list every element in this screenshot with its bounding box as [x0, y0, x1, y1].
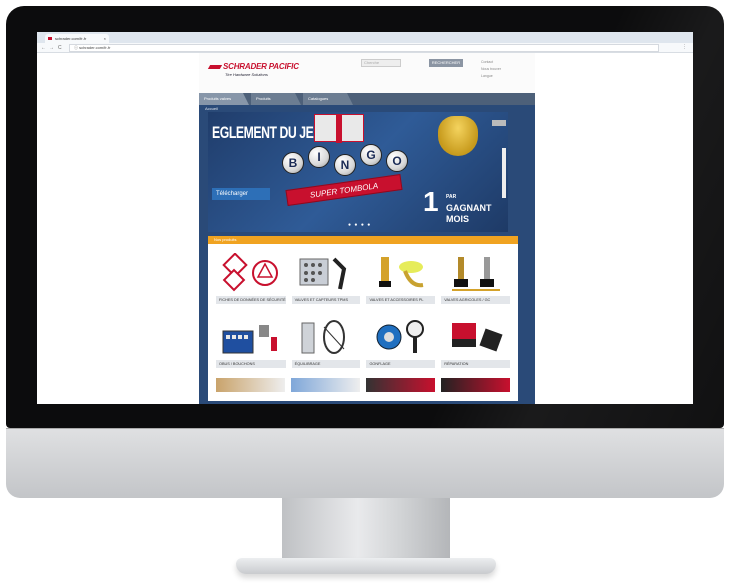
product-caption: VALVES ET ACCESSOIRES PL — [366, 296, 436, 304]
address-row: ← → C ⓘ schrader.com/fr-fr ⋮ — [37, 43, 693, 53]
header-link-language[interactable]: Langue — [481, 73, 501, 80]
slider-dots[interactable]: ● ● ● ● — [348, 222, 371, 228]
winner-number: 1 — [423, 186, 439, 217]
product-caption: GONFLAGE — [366, 360, 436, 368]
back-icon[interactable]: ← — [41, 44, 46, 52]
banner-scrollbar[interactable] — [502, 148, 506, 198]
hazard-icon — [216, 250, 286, 296]
section-title: Nos produits — [208, 236, 518, 244]
header-link-contact[interactable]: Contact — [481, 59, 501, 66]
monitor-stand-neck — [282, 498, 450, 560]
header-link-find[interactable]: Nous trouver — [481, 66, 501, 73]
product-caption: OBUS / BOUCHONS — [216, 360, 286, 368]
product-card[interactable]: ÉQUILIBRAGE — [291, 314, 361, 372]
browser-tab-bar: schrader.com/fr-fr × — [37, 32, 693, 43]
product-card-partial[interactable] — [366, 378, 435, 392]
product-card[interactable]: GONFLAGE — [366, 314, 436, 372]
bingo-ball-i: I — [308, 146, 330, 168]
product-card[interactable]: FICHES DE DONNÉES DE SÉCURITÉ — [216, 250, 286, 308]
browser-menu-icon[interactable]: ⋮ — [682, 44, 687, 50]
balancing-icon — [292, 314, 361, 360]
main-nav: Produits valves Produits Catalogues — [199, 93, 535, 105]
screen: schrader.com/fr-fr × ← → C ⓘ schrader.co… — [37, 32, 693, 404]
banner-control-icon[interactable] — [492, 120, 506, 126]
bingo-ball-n: N — [334, 154, 356, 176]
winner-prefix: PAR — [446, 194, 457, 200]
valve-kit-icon — [292, 250, 361, 296]
product-card[interactable]: RÉPARATION — [441, 314, 510, 372]
tombola-ribbon: SUPER TOMBOLA — [285, 174, 403, 206]
valve-core-icon — [216, 314, 286, 360]
product-card[interactable]: VALVES ET ACCESSOIRES PL — [366, 250, 436, 308]
promo-banner[interactable]: EGLEMENT DU JEU Télécharger B I N G O SU… — [208, 112, 508, 232]
bingo-ball-o: O — [386, 150, 408, 172]
truck-valve-icon — [366, 250, 435, 296]
product-caption: RÉPARATION — [441, 360, 510, 368]
forward-icon[interactable]: → — [49, 44, 54, 52]
reload-icon[interactable]: C — [58, 44, 62, 52]
product-caption: ÉQUILIBRAGE — [291, 360, 361, 368]
bingo-balls: B I N G O — [282, 144, 410, 178]
product-card[interactable]: VALVES AGRICOLES / GC — [441, 250, 510, 308]
monitor-chin — [6, 428, 724, 498]
tab-close-icon[interactable]: × — [104, 34, 106, 43]
banner-headline: EGLEMENT DU JEU — [212, 123, 322, 142]
trophy-icon — [438, 116, 478, 156]
products-section: Nos produits FICHES DE DONNÉES DE SÉCURI… — [208, 236, 518, 401]
agri-valve-icon — [441, 250, 510, 296]
inflation-icon — [366, 314, 435, 360]
browser-tab[interactable]: schrader.com/fr-fr × — [45, 34, 109, 43]
site-search-button[interactable]: RECHERCHER — [429, 59, 463, 67]
site-search-input[interactable]: Cherche — [361, 59, 401, 67]
monitor-mockup: schrader.com/fr-fr × ← → C ⓘ schrader.co… — [0, 0, 729, 583]
website: SCHRADER PACIFIC Tire Hardware Solutions… — [199, 53, 535, 404]
address-bar[interactable]: ⓘ schrader.com/fr-fr — [69, 44, 659, 52]
product-card[interactable]: VALVES ET CAPTEURS TPMS — [291, 250, 361, 308]
breadcrumb[interactable]: Accueil — [199, 105, 535, 112]
nav-tab-valves[interactable]: Produits valves — [199, 93, 249, 105]
brand-logo[interactable]: SCHRADER PACIFIC — [207, 62, 299, 71]
nav-tab-products[interactable]: Produits — [251, 93, 301, 105]
favicon-icon — [48, 37, 52, 40]
page-viewport: SCHRADER PACIFIC Tire Hardware Solutions… — [37, 53, 693, 404]
monitor-stand-foot — [236, 558, 496, 574]
product-card-partial[interactable] — [291, 378, 360, 392]
product-card[interactable]: OBUS / BOUCHONS — [216, 314, 286, 372]
bingo-ball-g: G — [360, 144, 382, 166]
product-card-partial[interactable] — [441, 378, 510, 392]
winner-text: PAR GAGNANT MOIS — [446, 192, 508, 225]
product-grid: FICHES DE DONNÉES DE SÉCURITÉ VALVES ET — [208, 244, 518, 378]
header-links: Contact Nous trouver Langue — [481, 59, 501, 80]
logo-tagline: Tire Hardware Solutions — [225, 72, 268, 77]
nav-tab-catalogs[interactable]: Catalogues — [303, 93, 353, 105]
product-grid-partial-row — [208, 378, 518, 398]
product-card-partial[interactable] — [216, 378, 285, 392]
logo-text: SCHRADER PACIFIC — [223, 62, 299, 71]
download-button[interactable]: Télécharger — [212, 188, 270, 200]
tab-title: schrader.com/fr-fr — [55, 36, 87, 41]
product-caption: VALVES AGRICOLES / GC — [441, 296, 510, 304]
logo-mark-icon — [207, 65, 223, 69]
winner-label: GAGNANT MOIS — [446, 203, 492, 224]
product-caption: FICHES DE DONNÉES DE SÉCURITÉ — [216, 296, 286, 304]
product-caption: VALVES ET CAPTEURS TPMS — [291, 296, 361, 304]
gift-box-icon — [314, 114, 364, 143]
site-header: SCHRADER PACIFIC Tire Hardware Solutions… — [199, 53, 535, 93]
repair-icon — [441, 314, 510, 360]
bingo-ball-b: B — [282, 152, 304, 174]
